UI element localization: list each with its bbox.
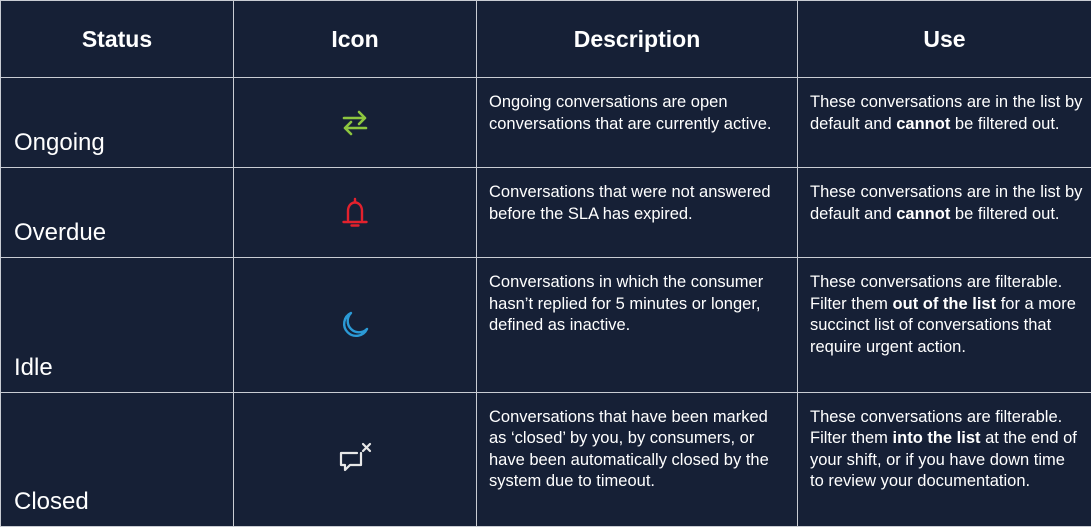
use-cell: These conversations are in the list by d…	[797, 167, 1091, 259]
icon-cell	[233, 391, 477, 527]
header-status: Status	[0, 0, 234, 79]
use-emphasis: cannot	[896, 114, 951, 133]
icon-cell	[233, 77, 477, 169]
use-cell: These conversations are filterable. Filt…	[797, 257, 1091, 393]
description-cell: Ongoing conversations are open conversat…	[476, 77, 798, 169]
use-emphasis: out of the list	[892, 294, 997, 313]
arrows-exchange-icon	[342, 110, 368, 136]
description-cell: Conversations that were not answered bef…	[476, 167, 798, 259]
description-cell: Conversations that have been marked as ‘…	[476, 391, 798, 527]
table-row: Idle Conversations in which the consumer…	[0, 257, 1091, 393]
header-row: Status Icon Description Use	[0, 0, 1091, 79]
status-cell: Overdue	[0, 167, 234, 259]
header-icon: Icon	[233, 0, 477, 79]
use-emphasis: into the list	[892, 429, 981, 448]
use-emphasis: cannot	[896, 204, 951, 223]
use-text: be filtered out.	[950, 204, 1060, 223]
table-row: Ongoing Ongoing conversations are open c…	[0, 77, 1091, 169]
use-cell: These conversations are filterable. Filt…	[797, 391, 1091, 527]
moon-icon	[343, 311, 369, 338]
icon-cell	[233, 257, 477, 393]
icon-cell	[233, 167, 477, 259]
use-cell: These conversations are in the list by d…	[797, 77, 1091, 169]
status-cell: Ongoing	[0, 77, 234, 169]
description-cell: Conversations in which the consumer hasn…	[476, 257, 798, 393]
bell-icon	[342, 197, 368, 227]
status-cell: Closed	[0, 391, 234, 527]
chat-close-icon	[339, 443, 372, 472]
header-use: Use	[797, 0, 1091, 79]
status-cell: Idle	[0, 257, 234, 393]
table-row: Overdue Conversations that were not answ…	[0, 167, 1091, 259]
status-table: Status Icon Description Use Ongoing Ongo…	[0, 0, 1091, 527]
header-description: Description	[476, 0, 798, 79]
use-text: be filtered out.	[950, 114, 1060, 133]
table-row: Closed Conversations that have been mark…	[0, 391, 1091, 527]
